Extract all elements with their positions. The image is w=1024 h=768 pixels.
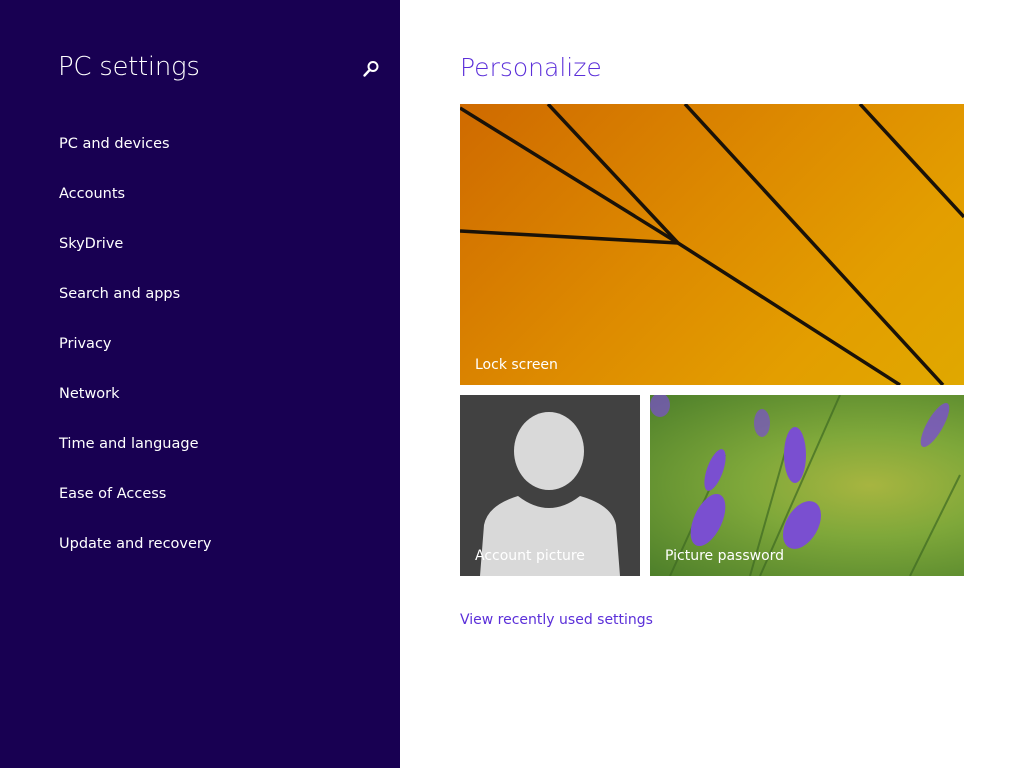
sidebar-title: PC settings	[58, 52, 200, 82]
sidebar-item-privacy[interactable]: Privacy	[59, 334, 211, 384]
page-title: Personalize	[460, 53, 602, 82]
sidebar-item-pc-and-devices[interactable]: PC and devices	[59, 134, 211, 184]
search-icon[interactable]	[362, 60, 380, 78]
lock-screen-image	[460, 104, 964, 385]
account-picture-tile[interactable]: Account picture	[460, 395, 640, 576]
sidebar-item-skydrive[interactable]: SkyDrive	[59, 234, 211, 284]
picture-password-label: Picture password	[665, 548, 785, 564]
lock-screen-label: Lock screen	[475, 357, 558, 373]
lock-screen-tile[interactable]: Lock screen	[460, 104, 964, 385]
picture-password-tile[interactable]: Picture password	[650, 395, 964, 576]
sidebar-item-ease-of-access[interactable]: Ease of Access	[59, 484, 211, 534]
sidebar-item-update-and-recovery[interactable]: Update and recovery	[59, 534, 211, 584]
account-picture-label: Account picture	[475, 548, 585, 564]
sidebar: PC settings PC and devices Accounts SkyD…	[0, 0, 400, 768]
sidebar-item-accounts[interactable]: Accounts	[59, 184, 211, 234]
view-recent-settings-link[interactable]: View recently used settings	[460, 612, 653, 628]
sidebar-nav: PC and devices Accounts SkyDrive Search …	[59, 134, 211, 584]
main-content: Personalize Lock screen Account picture	[400, 0, 1024, 768]
sidebar-item-network[interactable]: Network	[59, 384, 211, 434]
sidebar-item-time-and-language[interactable]: Time and language	[59, 434, 211, 484]
sidebar-item-search-and-apps[interactable]: Search and apps	[59, 284, 211, 334]
